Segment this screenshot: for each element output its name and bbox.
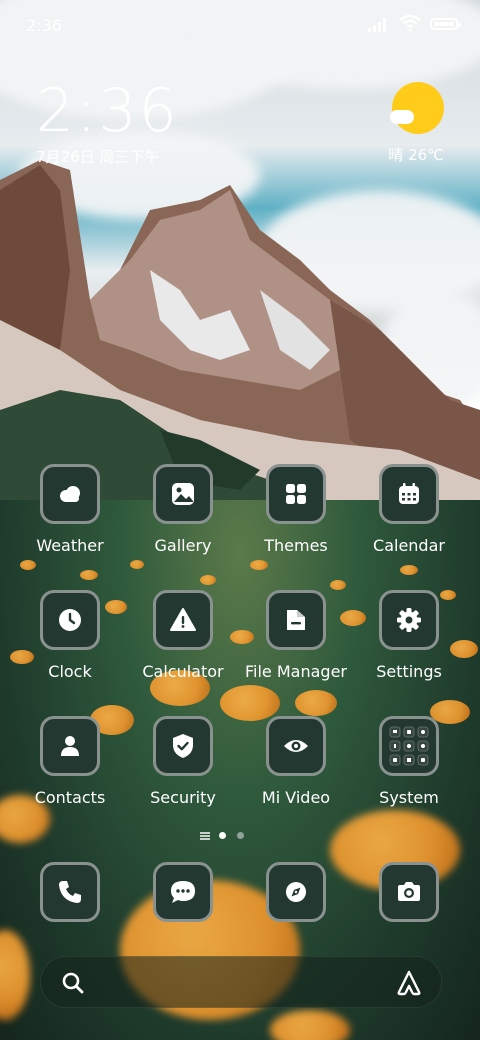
status-time: 2:36 — [26, 16, 62, 35]
messages-icon — [153, 862, 213, 922]
home-screen: 2:36 2:36 7月26日 周三下午 晴 26℃ Weather Galle… — [0, 0, 480, 1040]
mountains — [0, 160, 480, 510]
contacts-icon — [40, 716, 100, 776]
search-bar[interactable] — [40, 956, 442, 1008]
dock — [0, 862, 480, 924]
sunny-icon — [392, 82, 444, 134]
app-drawer-indicator-icon — [200, 832, 210, 840]
settings-icon — [379, 590, 439, 650]
cloud-icon — [390, 110, 414, 124]
battery-icon — [430, 18, 461, 30]
file-manager-icon — [266, 590, 326, 650]
security-icon — [153, 716, 213, 776]
camera-icon — [379, 862, 439, 922]
calculator-icon — [153, 590, 213, 650]
status-bar: 2:36 — [0, 0, 480, 50]
page-indicator[interactable] — [200, 831, 250, 841]
app-label: Settings — [376, 662, 442, 681]
signal-icon — [368, 18, 386, 32]
app-label: System — [379, 788, 439, 807]
phone-icon — [40, 862, 100, 922]
mi-video-icon — [266, 716, 326, 776]
system-folder-icon — [379, 716, 439, 776]
browser-icon — [266, 862, 326, 922]
page-dot — [237, 832, 244, 839]
page-dot-active — [219, 832, 226, 839]
search-icon[interactable] — [61, 971, 85, 995]
app-label: Calendar — [373, 536, 445, 555]
calendar-icon — [379, 464, 439, 524]
weather-icon — [40, 464, 100, 524]
weather-text: 晴 26℃ — [388, 146, 444, 164]
gallery-icon — [153, 464, 213, 524]
themes-icon — [266, 464, 326, 524]
clock-widget-date: 7月26日 周三下午 — [36, 148, 160, 166]
clock-widget-time[interactable]: 2:36 — [36, 76, 179, 146]
clock-icon — [40, 590, 100, 650]
wifi-icon — [399, 14, 421, 32]
assistant-icon[interactable] — [395, 969, 423, 997]
